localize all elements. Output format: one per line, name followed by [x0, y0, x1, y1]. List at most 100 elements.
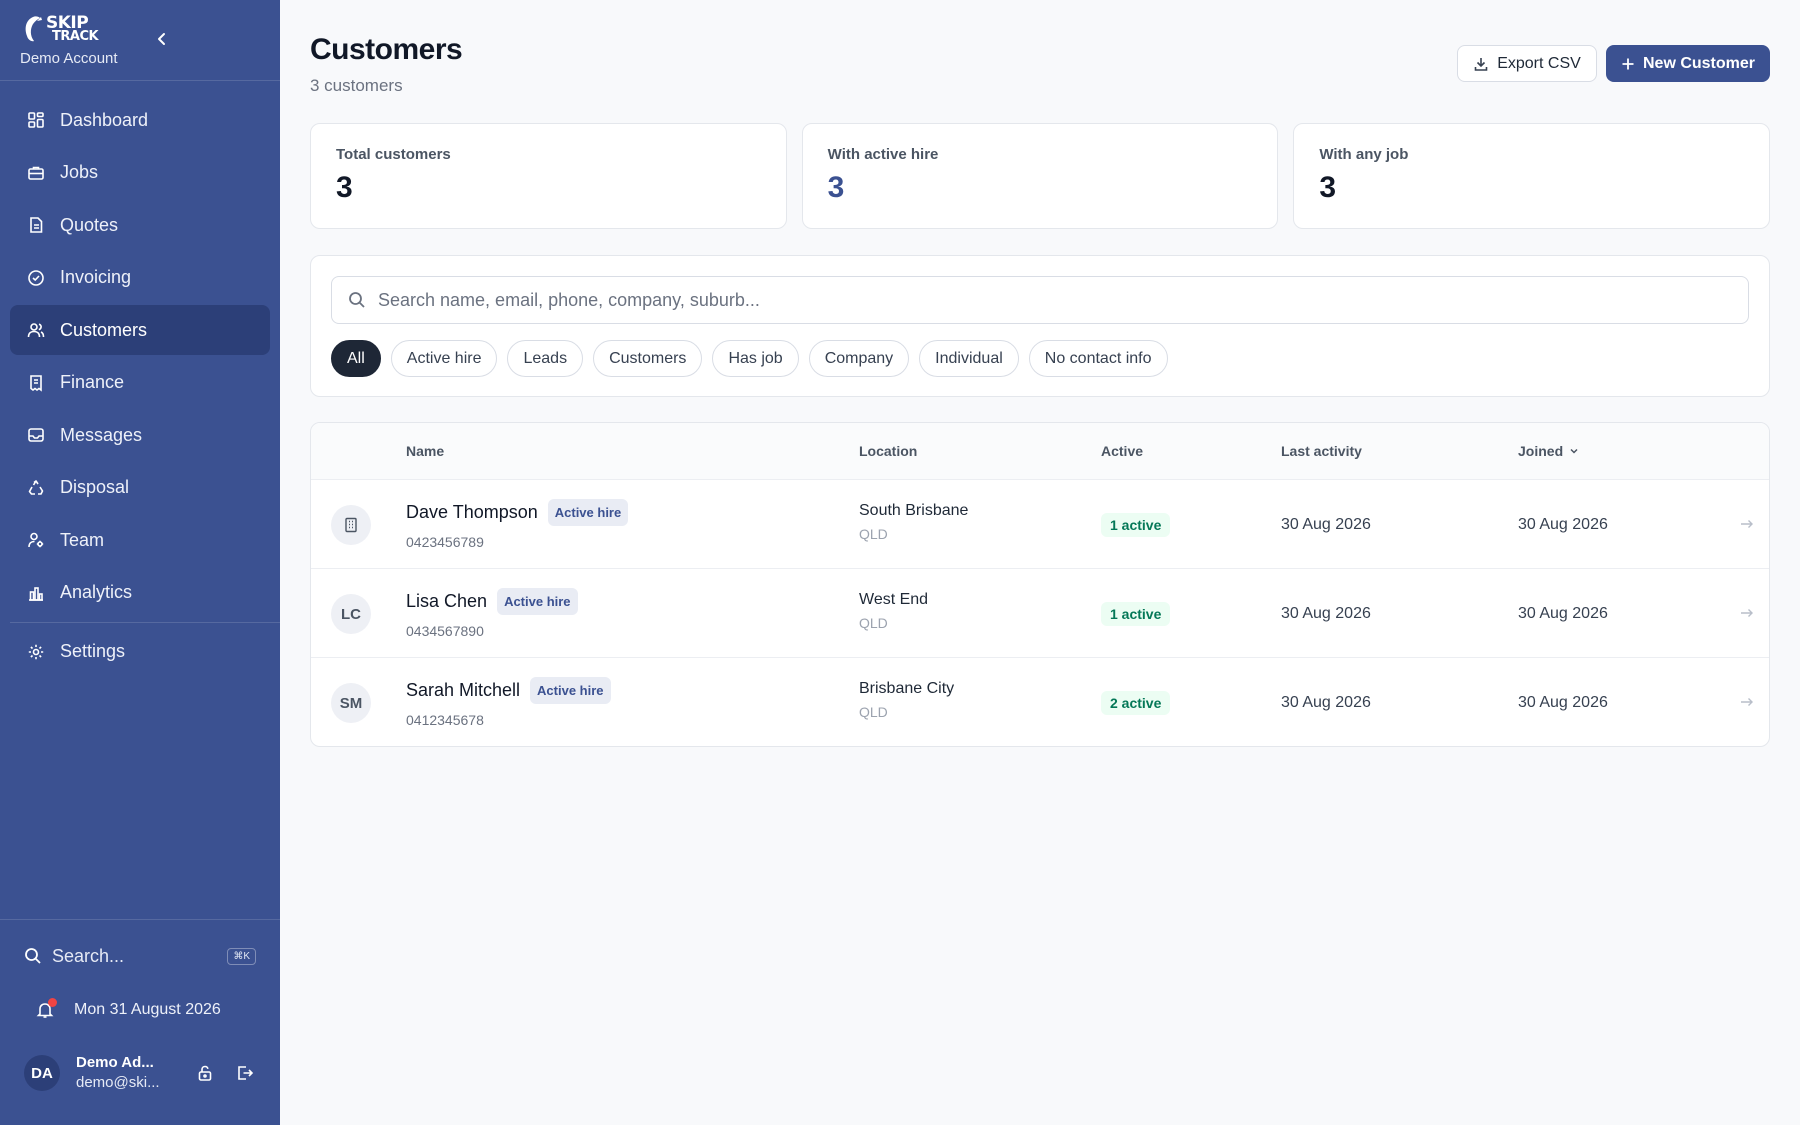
column-header-active[interactable]: Active [1101, 443, 1143, 459]
nav-item-team[interactable]: Team [10, 515, 270, 565]
briefcase-icon [26, 163, 46, 183]
notifications-button[interactable] [36, 998, 57, 1019]
export-csv-button[interactable]: Export CSV [1457, 45, 1597, 82]
logo[interactable]: SKIP TRACK [20, 14, 280, 44]
column-header-location[interactable]: Location [859, 443, 917, 459]
customer-name-cell: Sarah Mitchell Active hire [406, 677, 611, 704]
filter-chip-leads[interactable]: Leads [507, 340, 584, 377]
last-activity: 30 Aug 2026 [1281, 694, 1371, 711]
logout-icon [238, 1066, 254, 1080]
arrow-right-icon[interactable] [1739, 605, 1755, 621]
lock-button[interactable] [194, 1062, 216, 1084]
user-cog-icon [26, 530, 46, 550]
status-badge: Active hire [497, 588, 578, 615]
column-header-last-activity[interactable]: Last activity [1281, 443, 1362, 459]
stat-card-any-job: With any job 3 [1293, 123, 1771, 229]
page-title: Customers [310, 33, 463, 66]
nav-item-jobs[interactable]: Jobs [10, 148, 270, 198]
stat-label: With active hire [827, 146, 939, 163]
nav-label: Messages [60, 424, 143, 445]
last-activity: 30 Aug 2026 [1281, 516, 1371, 533]
logo-mark-icon [25, 16, 42, 42]
customer-suburb: West End [859, 591, 929, 608]
status-badge: Active hire [547, 499, 629, 526]
export-csv-label: Export CSV [1497, 54, 1581, 72]
nav-item-invoicing[interactable]: Invoicing [10, 253, 270, 303]
nav-label: Analytics [60, 582, 133, 602]
customer-phone: 0412345678 [406, 712, 484, 728]
nav-item-disposal[interactable]: Disposal [10, 463, 270, 513]
customer-suburb: Brisbane City [859, 680, 955, 697]
customer-search [331, 276, 1749, 324]
nav-divider [10, 621, 280, 623]
grid-icon [26, 110, 46, 130]
nav-item-quotes[interactable]: Quotes [10, 200, 270, 250]
customer-name-cell: Dave Thompson Active hire [406, 499, 629, 526]
stat-card-active-hire: With active hire 3 [801, 123, 1279, 229]
shortcut-hint: ⌘K [227, 947, 256, 965]
filter-panel: All Active hire Leads Customers Has job … [310, 255, 1770, 397]
table-row[interactable]: LC Lisa Chen Active hire 0434567890 West… [311, 569, 1769, 658]
filter-chip-has-job[interactable]: Has job [712, 340, 799, 377]
customer-name: Sarah Mitchell [406, 680, 521, 700]
status-badge: Active hire [530, 677, 611, 704]
filter-chip-individual[interactable]: Individual [919, 340, 1019, 377]
customer-count: 3 customers [310, 76, 403, 95]
nav-item-settings[interactable]: Settings [10, 627, 270, 677]
main-nav: Dashboard Jobs Quotes Invoicing Customer… [0, 81, 280, 677]
stats-row: Total customers 3 With active hire 3 Wit… [310, 123, 1771, 229]
user-info: Demo Ad... demo@ski... [76, 1053, 176, 1093]
nav-label: Disposal [60, 477, 130, 497]
avatar[interactable]: DA [24, 1055, 60, 1091]
sidebar-footer: Search... ⌘K Mon 31 August 2026 DA Demo … [0, 919, 280, 1125]
filter-chip-customers[interactable]: Customers [593, 340, 703, 377]
table-row[interactable]: Dave Thompson Active hire 0423456789 Sou… [311, 480, 1769, 569]
nav-item-customers[interactable]: Customers [10, 305, 270, 355]
arrow-right-icon[interactable] [1739, 516, 1755, 532]
table-row[interactable]: SM Sarah Mitchell Active hire 0412345678… [311, 658, 1769, 746]
stat-value: 3 [336, 171, 353, 204]
current-date: Mon 31 August 2026 [74, 1001, 221, 1018]
account-name: Demo Account [20, 50, 118, 67]
filter-chip-active-hire[interactable]: Active hire [390, 340, 498, 377]
arrow-right-icon[interactable] [1739, 694, 1755, 710]
filter-chip-all[interactable]: All [331, 340, 381, 377]
logo-text: SKIP TRACK [46, 14, 99, 42]
brand-header: SKIP TRACK Demo Account [0, 0, 280, 81]
filter-chips: All Active hire Leads Customers Has job … [331, 340, 1168, 377]
plus-icon [1622, 58, 1634, 69]
bar-chart-icon [26, 583, 46, 603]
customer-phone: 0434567890 [406, 623, 484, 639]
active-count-badge: 1 active [1101, 513, 1171, 537]
stat-label: Total customers [336, 146, 451, 163]
filter-chip-company[interactable]: Company [808, 340, 910, 377]
notification-dot [48, 998, 57, 1007]
search-input[interactable] [378, 289, 1678, 311]
customer-phone: 0423456789 [406, 534, 484, 550]
gear-icon [26, 642, 46, 662]
logout-button[interactable] [234, 1062, 256, 1084]
nav-item-analytics[interactable]: Analytics [10, 568, 270, 618]
column-header-joined-label: Joined [1518, 443, 1564, 459]
customer-suburb: South Brisbane [859, 502, 969, 519]
column-header-name[interactable]: Name [406, 443, 444, 459]
download-icon [1474, 57, 1488, 71]
avatar: SM [331, 683, 371, 723]
nav-item-dashboard[interactable]: Dashboard [10, 95, 270, 145]
nav-item-finance[interactable]: Finance [10, 358, 270, 408]
collapse-sidebar-button[interactable] [152, 28, 172, 50]
nav-label: Jobs [60, 162, 99, 182]
nav-item-messages[interactable]: Messages [10, 410, 270, 460]
joined-date: 30 Aug 2026 [1518, 516, 1608, 533]
document-icon [26, 215, 46, 235]
nav-label: Quotes [60, 214, 119, 235]
customer-name: Dave Thompson [406, 502, 538, 522]
column-header-joined[interactable]: Joined [1518, 443, 1579, 459]
customer-state: QLD [859, 615, 888, 631]
new-customer-button[interactable]: New Customer [1606, 45, 1770, 82]
command-search-button[interactable]: Search... ⌘K [0, 920, 280, 992]
filter-chip-no-contact-info[interactable]: No contact info [1028, 340, 1168, 377]
lock-icon [198, 1065, 212, 1081]
joined-date: 30 Aug 2026 [1518, 605, 1608, 622]
building-icon [345, 517, 357, 533]
